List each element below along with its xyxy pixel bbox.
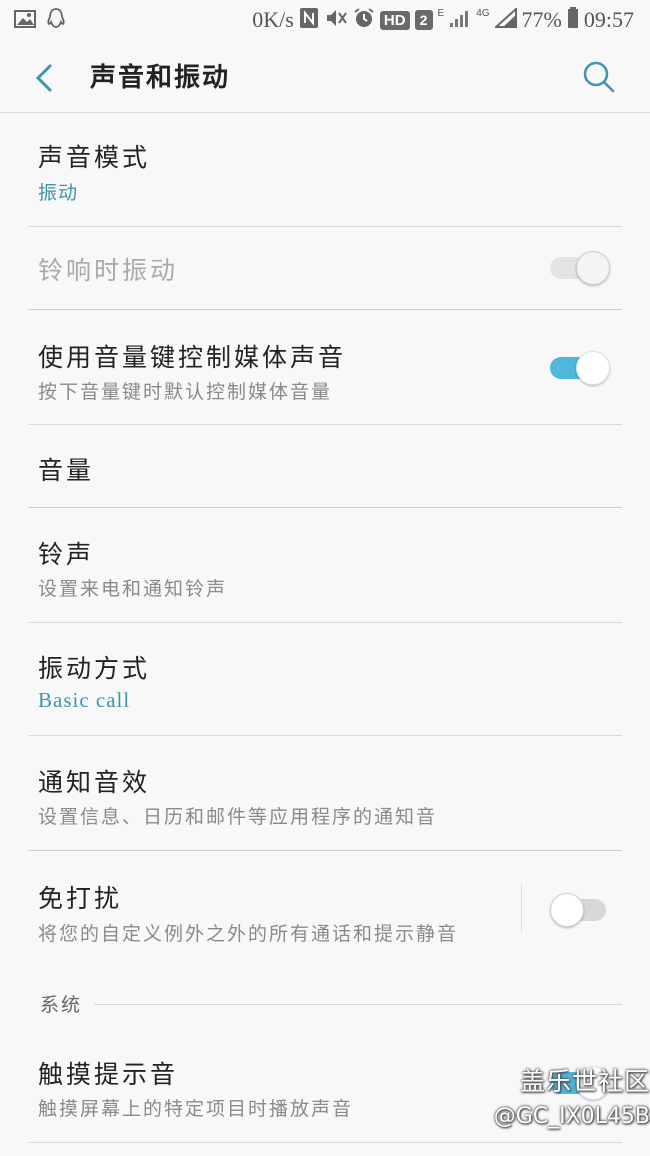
network-speed: 0K/s xyxy=(252,7,294,32)
battery-percent: 77% xyxy=(521,7,562,32)
volume-title: 音量 xyxy=(38,456,95,485)
volume-keys-media-switch[interactable] xyxy=(550,351,610,385)
do-not-disturb-subtitle: 将您的自定义例外之外的所有通话和提示静音 xyxy=(38,923,459,945)
vibrate-when-ringing-switch xyxy=(550,251,610,285)
signal-icon-2 xyxy=(492,6,517,33)
section-divider xyxy=(94,1004,622,1005)
notification-sound-subtitle: 设置信息、日历和邮件等应用程序的通知音 xyxy=(38,806,438,828)
sound-mode-title: 声音模式 xyxy=(38,143,151,172)
touch-sounds-subtitle: 触摸屏幕上的特定项目时播放声音 xyxy=(38,1098,354,1120)
page-title: 声音和振动 xyxy=(90,63,231,93)
network-type-e: E xyxy=(437,8,445,19)
do-not-disturb-switch[interactable] xyxy=(550,893,606,927)
vibrate-when-ringing-title: 铃响时振动 xyxy=(38,256,179,285)
status-bar: 0K/s HD 2 E 4G 77% 09:57 xyxy=(0,0,650,40)
search-icon xyxy=(583,61,615,93)
back-arrow-icon xyxy=(35,64,52,92)
alarm-icon xyxy=(353,7,375,34)
ringtone-item[interactable]: 铃声 设置来电和通知铃声 xyxy=(0,508,650,622)
clock: 09:57 xyxy=(583,7,634,32)
battery-icon xyxy=(567,6,579,34)
vibration-pattern-value: Basic call xyxy=(38,688,131,712)
sound-mode-item[interactable]: 声音模式 振动 xyxy=(0,112,650,226)
touch-sounds-title: 触摸提示音 xyxy=(38,1060,179,1089)
volume-item[interactable]: 音量 xyxy=(0,425,650,507)
switch-separator xyxy=(521,884,522,932)
vibrate-when-ringing-item: 铃响时振动 xyxy=(0,227,650,309)
volume-keys-media-title: 使用音量键控制媒体声音 xyxy=(38,343,347,372)
nfc-icon xyxy=(299,7,319,34)
sound-mode-value: 振动 xyxy=(38,182,79,204)
divider xyxy=(28,1142,622,1143)
mute-icon xyxy=(324,7,348,34)
sim-badge: 2 xyxy=(414,10,433,30)
vibration-pattern-title: 振动方式 xyxy=(38,654,151,683)
qq-icon xyxy=(46,7,66,36)
watermark-user: @GC_IX0L45B xyxy=(493,1104,650,1129)
ringtone-subtitle: 设置来电和通知铃声 xyxy=(38,578,228,600)
signal-icon xyxy=(449,8,471,33)
app-bar: 声音和振动 xyxy=(0,40,650,113)
volume-keys-media-item[interactable]: 使用音量键控制媒体声音 按下音量键时默认控制媒体音量 xyxy=(0,310,650,424)
system-section-label: 系统 xyxy=(40,994,83,1016)
ringtone-title: 铃声 xyxy=(38,540,95,569)
watermark-brand: 盖乐世社区 xyxy=(519,1067,650,1096)
search-button[interactable] xyxy=(580,58,618,96)
volume-keys-media-subtitle: 按下音量键时默认控制媒体音量 xyxy=(38,381,333,403)
notification-sound-item[interactable]: 通知音效 设置信息、日历和邮件等应用程序的通知音 xyxy=(0,736,650,850)
hd-badge: HD xyxy=(379,10,410,30)
network-type-4g: 4G xyxy=(476,8,490,19)
gallery-icon xyxy=(14,9,36,34)
back-button[interactable] xyxy=(28,60,64,96)
notification-sound-title: 通知音效 xyxy=(38,768,151,797)
vibration-pattern-item[interactable]: 振动方式 Basic call xyxy=(0,623,650,735)
do-not-disturb-title: 免打扰 xyxy=(38,884,123,913)
